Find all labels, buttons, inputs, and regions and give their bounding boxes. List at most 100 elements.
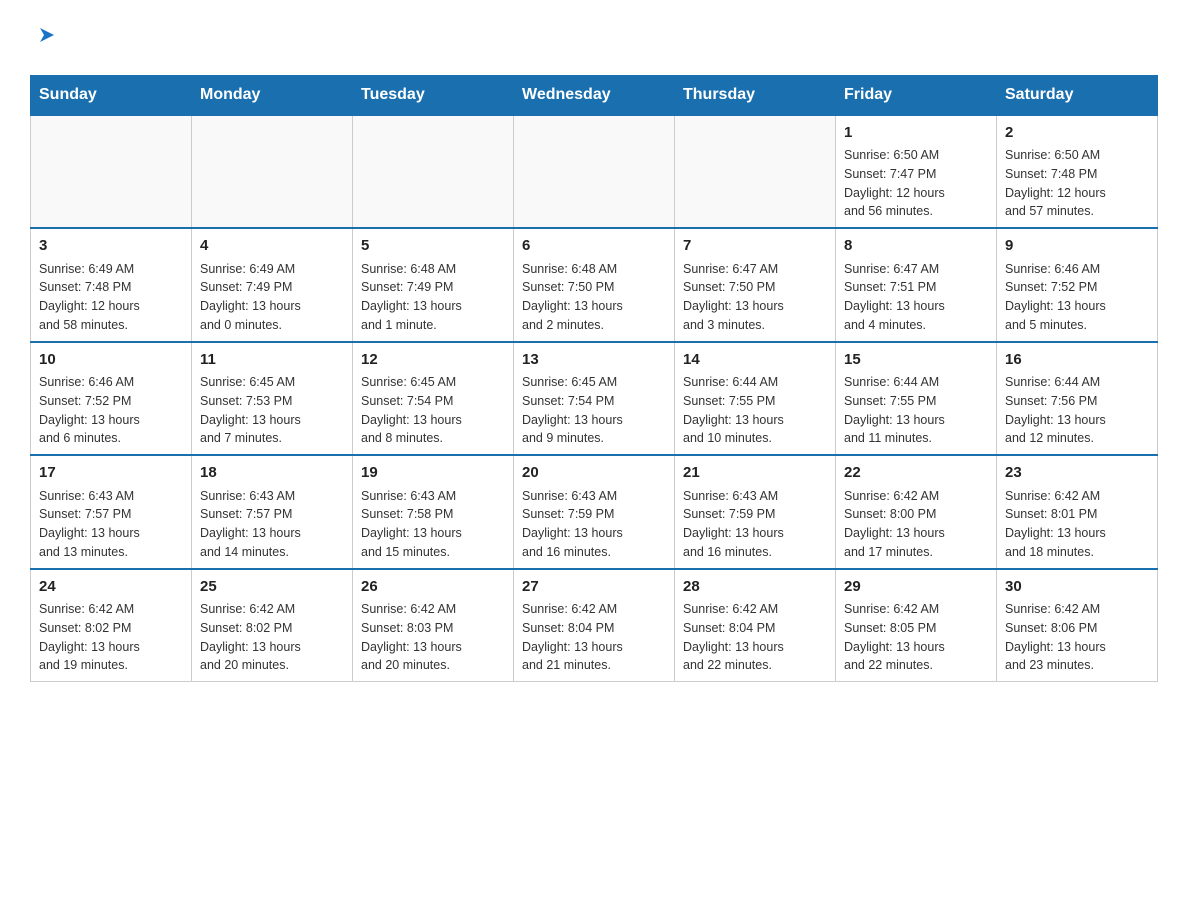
calendar-cell: 24Sunrise: 6:42 AM Sunset: 8:02 PM Dayli…	[31, 569, 192, 682]
calendar-cell: 10Sunrise: 6:46 AM Sunset: 7:52 PM Dayli…	[31, 342, 192, 456]
day-info: Sunrise: 6:42 AM Sunset: 8:03 PM Dayligh…	[361, 600, 505, 675]
week-row-3: 10Sunrise: 6:46 AM Sunset: 7:52 PM Dayli…	[31, 342, 1158, 456]
calendar-cell: 6Sunrise: 6:48 AM Sunset: 7:50 PM Daylig…	[514, 228, 675, 342]
day-number: 12	[361, 349, 505, 372]
calendar-cell: 23Sunrise: 6:42 AM Sunset: 8:01 PM Dayli…	[997, 455, 1158, 569]
day-info: Sunrise: 6:46 AM Sunset: 7:52 PM Dayligh…	[39, 373, 183, 448]
day-number: 5	[361, 235, 505, 258]
day-number: 28	[683, 576, 827, 599]
day-info: Sunrise: 6:42 AM Sunset: 8:01 PM Dayligh…	[1005, 487, 1149, 562]
day-number: 18	[200, 462, 344, 485]
day-number: 8	[844, 235, 988, 258]
week-row-4: 17Sunrise: 6:43 AM Sunset: 7:57 PM Dayli…	[31, 455, 1158, 569]
calendar-cell: 27Sunrise: 6:42 AM Sunset: 8:04 PM Dayli…	[514, 569, 675, 682]
calendar-cell: 12Sunrise: 6:45 AM Sunset: 7:54 PM Dayli…	[353, 342, 514, 456]
day-number: 7	[683, 235, 827, 258]
day-info: Sunrise: 6:44 AM Sunset: 7:55 PM Dayligh…	[683, 373, 827, 448]
day-info: Sunrise: 6:43 AM Sunset: 7:57 PM Dayligh…	[200, 487, 344, 562]
weekday-monday: Monday	[192, 75, 353, 115]
weekday-wednesday: Wednesday	[514, 75, 675, 115]
calendar-cell: 4Sunrise: 6:49 AM Sunset: 7:49 PM Daylig…	[192, 228, 353, 342]
day-info: Sunrise: 6:42 AM Sunset: 8:04 PM Dayligh…	[522, 600, 666, 675]
day-info: Sunrise: 6:50 AM Sunset: 7:47 PM Dayligh…	[844, 146, 988, 221]
calendar-cell	[675, 115, 836, 229]
calendar-cell: 19Sunrise: 6:43 AM Sunset: 7:58 PM Dayli…	[353, 455, 514, 569]
calendar-cell	[353, 115, 514, 229]
weekday-tuesday: Tuesday	[353, 75, 514, 115]
day-number: 22	[844, 462, 988, 485]
day-number: 17	[39, 462, 183, 485]
day-number: 23	[1005, 462, 1149, 485]
calendar-cell: 26Sunrise: 6:42 AM Sunset: 8:03 PM Dayli…	[353, 569, 514, 682]
day-info: Sunrise: 6:47 AM Sunset: 7:50 PM Dayligh…	[683, 260, 827, 335]
weekday-saturday: Saturday	[997, 75, 1158, 115]
day-info: Sunrise: 6:49 AM Sunset: 7:49 PM Dayligh…	[200, 260, 344, 335]
day-info: Sunrise: 6:49 AM Sunset: 7:48 PM Dayligh…	[39, 260, 183, 335]
day-info: Sunrise: 6:48 AM Sunset: 7:49 PM Dayligh…	[361, 260, 505, 335]
day-number: 14	[683, 349, 827, 372]
week-row-2: 3Sunrise: 6:49 AM Sunset: 7:48 PM Daylig…	[31, 228, 1158, 342]
logo-arrow-icon	[34, 20, 56, 55]
calendar-cell: 15Sunrise: 6:44 AM Sunset: 7:55 PM Dayli…	[836, 342, 997, 456]
calendar-cell: 9Sunrise: 6:46 AM Sunset: 7:52 PM Daylig…	[997, 228, 1158, 342]
calendar-cell	[514, 115, 675, 229]
day-number: 24	[39, 576, 183, 599]
day-info: Sunrise: 6:42 AM Sunset: 8:02 PM Dayligh…	[200, 600, 344, 675]
calendar-cell: 1Sunrise: 6:50 AM Sunset: 7:47 PM Daylig…	[836, 115, 997, 229]
day-number: 29	[844, 576, 988, 599]
day-info: Sunrise: 6:43 AM Sunset: 7:59 PM Dayligh…	[522, 487, 666, 562]
calendar-cell: 7Sunrise: 6:47 AM Sunset: 7:50 PM Daylig…	[675, 228, 836, 342]
day-info: Sunrise: 6:46 AM Sunset: 7:52 PM Dayligh…	[1005, 260, 1149, 335]
day-info: Sunrise: 6:50 AM Sunset: 7:48 PM Dayligh…	[1005, 146, 1149, 221]
day-info: Sunrise: 6:42 AM Sunset: 8:00 PM Dayligh…	[844, 487, 988, 562]
day-info: Sunrise: 6:43 AM Sunset: 7:58 PM Dayligh…	[361, 487, 505, 562]
day-number: 26	[361, 576, 505, 599]
weekday-friday: Friday	[836, 75, 997, 115]
calendar-cell: 18Sunrise: 6:43 AM Sunset: 7:57 PM Dayli…	[192, 455, 353, 569]
calendar-cell: 28Sunrise: 6:42 AM Sunset: 8:04 PM Dayli…	[675, 569, 836, 682]
day-number: 27	[522, 576, 666, 599]
calendar-cell: 8Sunrise: 6:47 AM Sunset: 7:51 PM Daylig…	[836, 228, 997, 342]
day-info: Sunrise: 6:43 AM Sunset: 7:57 PM Dayligh…	[39, 487, 183, 562]
calendar-cell	[192, 115, 353, 229]
day-info: Sunrise: 6:45 AM Sunset: 7:53 PM Dayligh…	[200, 373, 344, 448]
logo	[30, 20, 56, 55]
day-number: 2	[1005, 122, 1149, 145]
calendar-cell: 20Sunrise: 6:43 AM Sunset: 7:59 PM Dayli…	[514, 455, 675, 569]
calendar-cell: 13Sunrise: 6:45 AM Sunset: 7:54 PM Dayli…	[514, 342, 675, 456]
day-number: 3	[39, 235, 183, 258]
day-number: 11	[200, 349, 344, 372]
calendar-cell: 29Sunrise: 6:42 AM Sunset: 8:05 PM Dayli…	[836, 569, 997, 682]
calendar-cell: 5Sunrise: 6:48 AM Sunset: 7:49 PM Daylig…	[353, 228, 514, 342]
weekday-sunday: Sunday	[31, 75, 192, 115]
day-number: 4	[200, 235, 344, 258]
calendar-cell: 16Sunrise: 6:44 AM Sunset: 7:56 PM Dayli…	[997, 342, 1158, 456]
page-header	[30, 20, 1158, 55]
calendar-cell: 11Sunrise: 6:45 AM Sunset: 7:53 PM Dayli…	[192, 342, 353, 456]
day-number: 25	[200, 576, 344, 599]
calendar-cell: 3Sunrise: 6:49 AM Sunset: 7:48 PM Daylig…	[31, 228, 192, 342]
day-info: Sunrise: 6:42 AM Sunset: 8:05 PM Dayligh…	[844, 600, 988, 675]
day-info: Sunrise: 6:48 AM Sunset: 7:50 PM Dayligh…	[522, 260, 666, 335]
calendar-cell: 14Sunrise: 6:44 AM Sunset: 7:55 PM Dayli…	[675, 342, 836, 456]
day-number: 6	[522, 235, 666, 258]
weekday-header-row: SundayMondayTuesdayWednesdayThursdayFrid…	[31, 75, 1158, 115]
day-info: Sunrise: 6:42 AM Sunset: 8:06 PM Dayligh…	[1005, 600, 1149, 675]
day-number: 1	[844, 122, 988, 145]
day-number: 19	[361, 462, 505, 485]
day-info: Sunrise: 6:47 AM Sunset: 7:51 PM Dayligh…	[844, 260, 988, 335]
calendar-cell	[31, 115, 192, 229]
calendar-cell: 17Sunrise: 6:43 AM Sunset: 7:57 PM Dayli…	[31, 455, 192, 569]
calendar-cell: 22Sunrise: 6:42 AM Sunset: 8:00 PM Dayli…	[836, 455, 997, 569]
day-number: 10	[39, 349, 183, 372]
day-number: 15	[844, 349, 988, 372]
day-number: 20	[522, 462, 666, 485]
day-info: Sunrise: 6:44 AM Sunset: 7:56 PM Dayligh…	[1005, 373, 1149, 448]
weekday-thursday: Thursday	[675, 75, 836, 115]
week-row-1: 1Sunrise: 6:50 AM Sunset: 7:47 PM Daylig…	[31, 115, 1158, 229]
day-info: Sunrise: 6:43 AM Sunset: 7:59 PM Dayligh…	[683, 487, 827, 562]
day-info: Sunrise: 6:44 AM Sunset: 7:55 PM Dayligh…	[844, 373, 988, 448]
calendar-cell: 25Sunrise: 6:42 AM Sunset: 8:02 PM Dayli…	[192, 569, 353, 682]
day-number: 21	[683, 462, 827, 485]
day-number: 30	[1005, 576, 1149, 599]
